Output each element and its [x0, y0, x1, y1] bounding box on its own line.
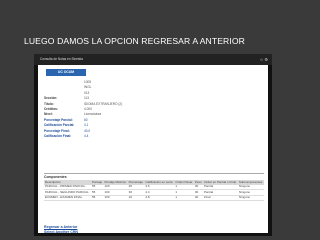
table-cell: 1 — [174, 195, 194, 202]
table-cell: EXAMEN - EXAMEN FINAL — [44, 195, 92, 202]
info-label: Calificación Final: — [44, 133, 72, 138]
app-logo: UC OCUM — [46, 69, 86, 76]
wrench-icon[interactable]: ⚙ — [264, 57, 268, 62]
info-row: Calificación Final: 4.4 — [44, 134, 194, 139]
table-body: PARCIAL - PRIMER PARCIAL 55 100 30 4.6 1 30 Par… — [44, 184, 264, 202]
star-icon[interactable]: ☆ — [260, 57, 264, 62]
table-cell: 100 — [103, 195, 128, 202]
window-title: Consulta de Notas en Sinestia — [40, 57, 83, 61]
table-row: EXAMEN - EXAMEN FINAL 55 100 10 4.8 1 40 Final N… — [44, 195, 264, 202]
table-cell: 40 — [193, 195, 203, 202]
table-cell: Final — [202, 195, 238, 202]
toolbar-icons: ☆ ⚙ — [260, 54, 268, 65]
slide-title: LUEGO DAMOS LA OPCION REGRESAR A ANTERIO… — [24, 36, 245, 46]
components-table: Descripción Puntaje Puntaje Máximo Porcenta… — [44, 179, 264, 202]
right-border — [268, 65, 272, 236]
bottom-border — [34, 233, 272, 236]
components-title: Componentes — [44, 175, 67, 179]
column-header: Orden Pasar — [174, 179, 194, 185]
info-value: 4.4 — [84, 133, 89, 138]
table-cell: Ninguno — [237, 195, 264, 202]
student-info: 1005 INGL 013 Sección: 113 Título: IDIOMA EXTR… — [44, 80, 194, 139]
table-cell: 4.8 — [144, 195, 175, 202]
left-border — [34, 65, 38, 236]
table-cell: 55 — [91, 195, 104, 202]
browser-screenshot: Consulta de Notas en Sinestia ☆ ⚙ UC OCU… — [34, 54, 272, 236]
window-title-bar: Consulta de Notas en Sinestia ☆ ⚙ — [34, 54, 272, 65]
table-cell: 10 — [127, 195, 145, 202]
divider — [44, 173, 264, 174]
grades-page: UC OCUM 1005 INGL 013 Sección: 113 Título: IDI… — [34, 65, 272, 236]
